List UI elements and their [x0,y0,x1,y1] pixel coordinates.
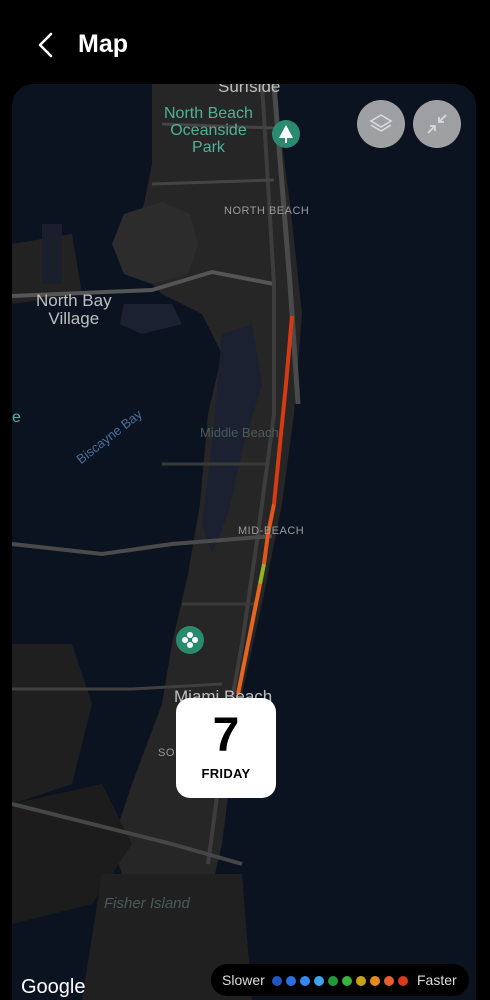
collapse-map-button[interactable] [413,100,461,148]
label-edge: e [12,409,21,426]
back-button[interactable] [30,28,64,62]
google-attribution: Google [21,976,86,998]
layers-icon [369,114,393,132]
map-layers-button[interactable] [357,100,405,148]
label-surfside: Surfside [218,84,281,96]
label-north-bay: North Bay Village [36,292,112,328]
legend-slower-label: Slower [222,972,265,988]
legend-dot [314,976,324,986]
legend-dot [356,976,366,986]
place-icon[interactable] [176,626,204,654]
label-park: North Beach Oceanside Park [164,105,253,156]
collapse-icon [427,114,447,134]
label-north-bay-text: North Bay Village [36,291,112,328]
date-day: 7 [212,709,240,762]
legend-dot [342,976,352,986]
legend-dot [384,976,394,986]
legend-dot [286,976,296,986]
legend-dot [272,976,282,986]
tree-icon[interactable] [272,120,300,148]
legend-faster-label: Faster [417,972,457,988]
label-north-beach: NORTH BEACH [224,205,310,217]
app-header: Map [0,0,490,84]
legend-dot [300,976,310,986]
legend-dot [398,976,408,986]
label-south: SO [158,747,175,759]
map-view[interactable]: Surfside North Beach Oceanside Park NORT… [12,84,476,1000]
date-weekday: FRIDAY [201,766,251,781]
date-card: 7 FRIDAY [176,698,276,798]
label-mid-beach: MID-BEACH [238,525,305,537]
label-middle-beach: Middle Beach [200,425,279,440]
chevron-left-icon [38,32,53,58]
speed-legend: Slower Faster [211,964,469,996]
page-title: Map [78,30,128,58]
label-fisher-island: Fisher Island [104,895,190,912]
label-park-text: North Beach Oceanside Park [164,105,253,156]
legend-dot [370,976,380,986]
map-background [12,84,476,1000]
legend-dot [328,976,338,986]
